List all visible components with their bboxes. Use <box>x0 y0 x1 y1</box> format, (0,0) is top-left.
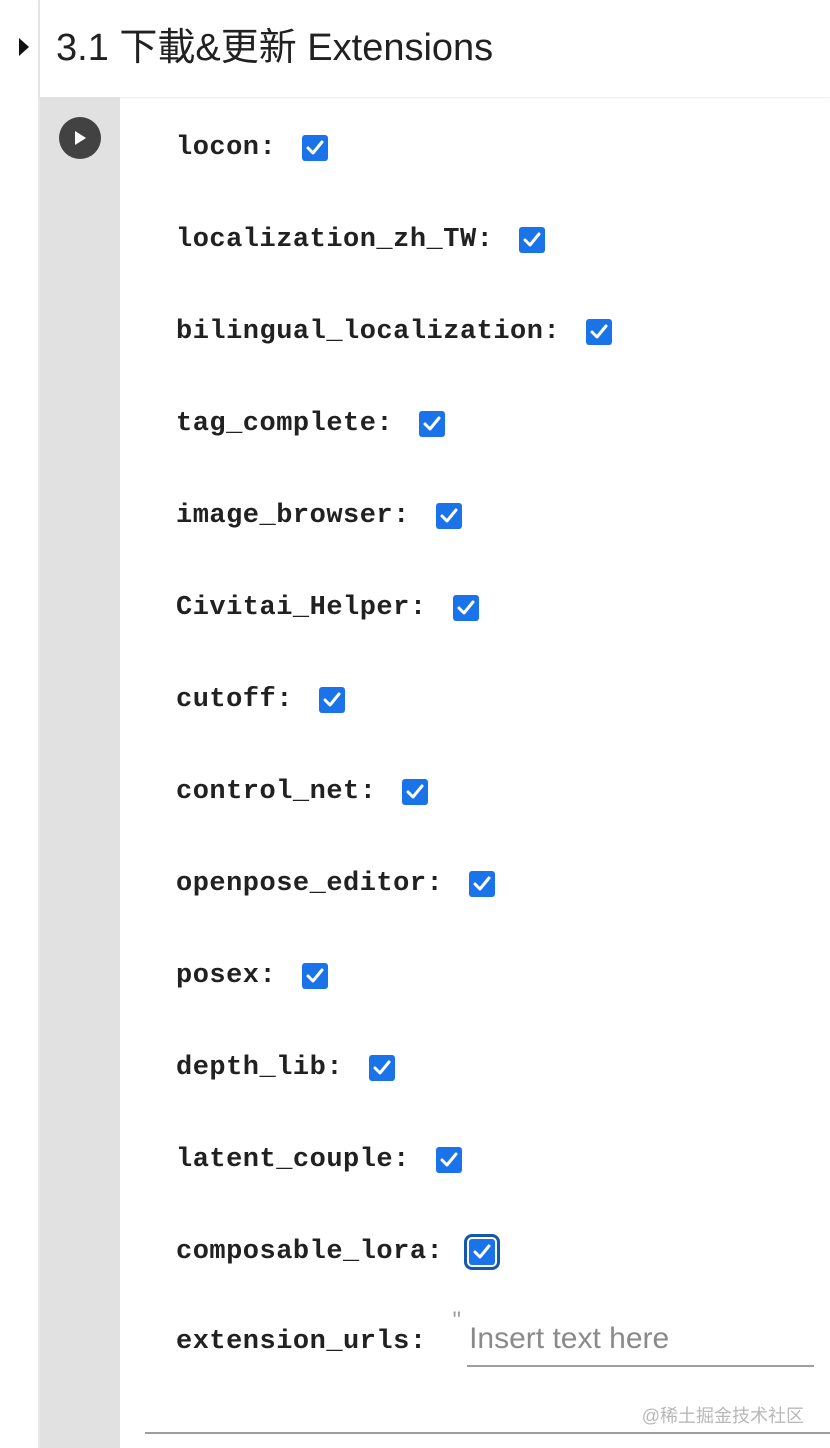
form-row: composable_lora: <box>176 1224 501 1280</box>
text-field-wrapper: " <box>453 1307 815 1367</box>
checkmark-icon <box>423 416 441 431</box>
checkbox[interactable] <box>586 319 613 345</box>
form-row-extension-urls: extension_urls: " <box>176 1307 815 1370</box>
checkbox[interactable] <box>435 1147 462 1173</box>
field-label: cutoff: <box>176 685 293 715</box>
extension-urls-input[interactable] <box>467 1317 815 1367</box>
form-row: Civitai_Helper: <box>176 580 479 636</box>
form-row: tag_complete: <box>176 396 446 452</box>
checkbox[interactable] <box>519 227 546 253</box>
cell-title: 3.1 下載&更新 Extensions <box>56 27 494 69</box>
run-cell-button[interactable] <box>59 117 101 159</box>
checkbox[interactable] <box>302 963 329 989</box>
form-row: openpose_editor: <box>176 856 496 912</box>
field-label: depth_lib: <box>176 1053 344 1083</box>
form-row: image_browser: <box>176 488 462 544</box>
field-label: localization_zh_TW: <box>176 225 494 255</box>
checkmark-icon <box>523 232 541 247</box>
cell-gutter <box>40 97 120 1448</box>
checkbox[interactable] <box>302 135 329 161</box>
checkmark-icon <box>457 600 475 615</box>
field-label: locon: <box>176 133 277 163</box>
form-row: posex: <box>176 948 329 1004</box>
field-label: tag_complete: <box>176 409 394 439</box>
form-row: locon: <box>176 120 329 176</box>
checkmark-icon <box>373 1060 391 1075</box>
checkbox[interactable] <box>435 503 462 529</box>
form-row: cutoff: <box>176 672 345 728</box>
checkbox[interactable] <box>464 1234 501 1270</box>
checkbox[interactable] <box>469 871 496 897</box>
form-row: depth_lib: <box>176 1040 396 1096</box>
checkmark-icon <box>440 508 458 523</box>
form-row: latent_couple: <box>176 1132 462 1188</box>
string-quote-marker: " <box>452 1307 462 1334</box>
outer-margin <box>0 0 40 1448</box>
checkbox[interactable] <box>369 1055 396 1081</box>
form-row: control_net: <box>176 764 429 820</box>
field-label: extension_urls: <box>176 1327 427 1357</box>
collapse-section-toggle[interactable] <box>16 36 32 58</box>
checkmark-icon <box>590 324 608 339</box>
cell-header: 3.1 下載&更新 Extensions <box>40 0 830 97</box>
checkbox[interactable] <box>318 687 345 713</box>
checkmark-icon <box>323 692 341 707</box>
triangle-right-icon <box>19 38 29 56</box>
checkmark-icon <box>306 968 324 983</box>
checkmark-icon <box>473 876 491 891</box>
play-icon <box>75 131 86 145</box>
form-row: localization_zh_TW: <box>176 212 546 268</box>
field-label: bilingual_localization: <box>176 317 561 347</box>
field-label: control_net: <box>176 777 377 807</box>
divider <box>145 1432 830 1434</box>
field-label: posex: <box>176 961 277 991</box>
checkmark-icon <box>473 1244 491 1259</box>
field-label: openpose_editor: <box>176 869 444 899</box>
checkmark-icon <box>440 1152 458 1167</box>
checkbox[interactable] <box>419 411 446 437</box>
watermark: @稀土掘金技术社区 <box>641 1406 804 1426</box>
checkmark-icon <box>306 140 324 155</box>
form-row: bilingual_localization: <box>176 304 613 360</box>
checkbox[interactable] <box>452 595 479 621</box>
field-label: image_browser: <box>176 501 410 531</box>
checkbox[interactable] <box>402 779 429 805</box>
checkmark-icon <box>406 784 424 799</box>
field-label: composable_lora: <box>176 1237 444 1267</box>
field-label: Civitai_Helper: <box>176 593 427 623</box>
field-label: latent_couple: <box>176 1145 410 1175</box>
